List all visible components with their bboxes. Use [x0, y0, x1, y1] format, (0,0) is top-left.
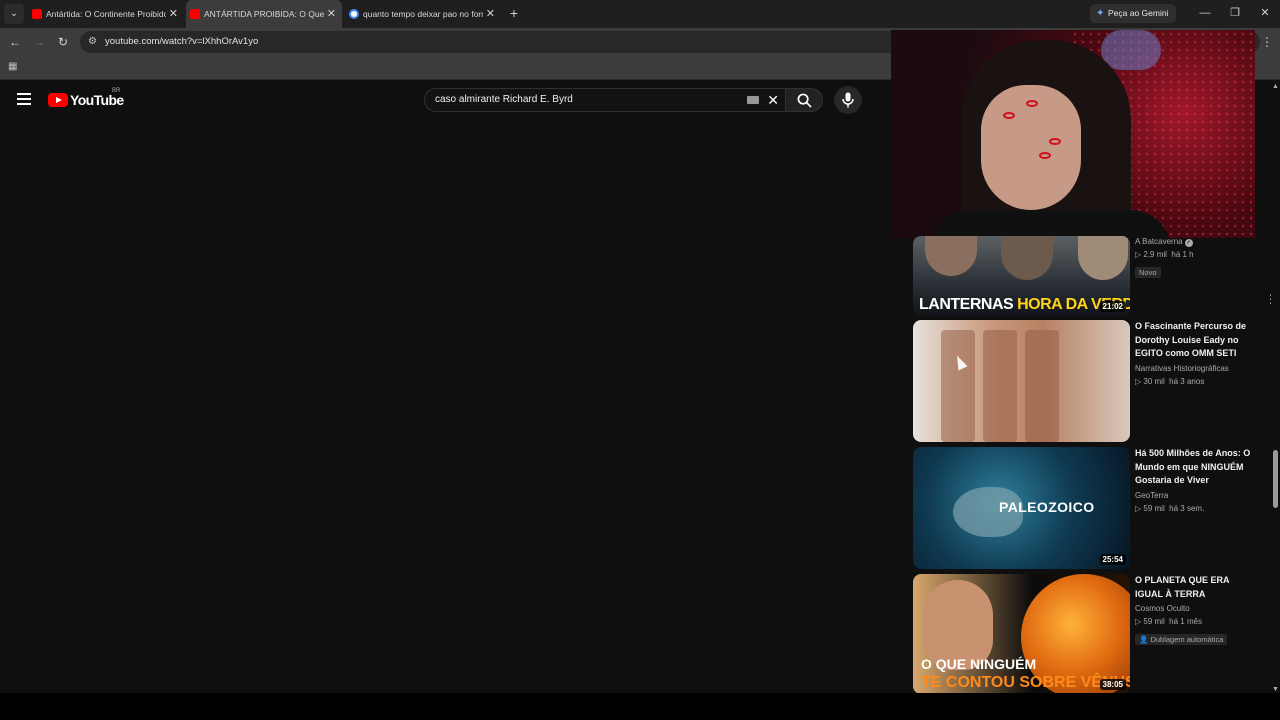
apps-grid-icon[interactable]: ▦ [8, 62, 18, 72]
browser-tab-strip: ⌄ Antártida: O Continente Proibido ✕ ANT… [0, 0, 1280, 28]
hamburger-menu-icon[interactable] [17, 93, 31, 105]
video-stats: ▷ 30 mil há 3 anos [1135, 376, 1205, 386]
site-settings-icon[interactable]: ⚙ [88, 36, 100, 48]
video-duration: 25:54 [1099, 554, 1126, 565]
verified-icon: ✓ [1184, 239, 1193, 247]
webcam-overlay [891, 30, 1255, 238]
lipstick-mark [1003, 112, 1015, 119]
video-thumbnail[interactable] [913, 320, 1130, 442]
auto-dub-badge: 👤 Dublagem automática [1135, 634, 1228, 645]
channel-name[interactable]: Narrativas Historiográficas [1135, 363, 1255, 375]
video-thumbnail[interactable]: O QUE NINGUÉM TE CONTOU SOBRE VÊNUS 38:0… [913, 574, 1130, 694]
gemini-button[interactable]: ✦ Peça ao Gemini [1090, 4, 1177, 23]
microphone-icon [842, 92, 854, 108]
close-tab-icon[interactable]: ✕ [486, 0, 495, 28]
streamer-shirt [931, 210, 1171, 238]
related-videos-list: LANTERNAS HORA DA VERDADE 21:02 A Batcav… [890, 236, 1280, 694]
scroll-up-icon[interactable]: ▲ [1272, 83, 1279, 90]
browser-tab-active[interactable]: ANTÁRTIDA PROIBIDA: O Que é ✕ [186, 0, 342, 28]
video-meta: A Batcaverna ✓ ▷ 2,9 mil há 1 h Novo [1135, 236, 1255, 280]
youtube-masthead: YouTube BR caso almirante Richard E. Byr… [0, 81, 890, 121]
video-title[interactable]: Há 500 Milhões de Anos: O Mundo em que N… [1135, 447, 1255, 488]
channel-name[interactable]: GeoTerra [1135, 490, 1255, 502]
google-icon [349, 9, 359, 19]
url-text[interactable]: youtube.com/watch?v=lXhhOrAv1yo [105, 31, 258, 53]
forward-arrow-icon[interactable]: → [30, 33, 48, 51]
channel-name[interactable]: A Batcaverna ✓ [1135, 236, 1255, 248]
youtube-icon [190, 9, 200, 19]
video-meta: O Fascinante Percurso de Dorothy Louise … [1135, 320, 1255, 389]
thumbnail-text: PALEOZOICO [999, 499, 1095, 515]
thumbnail-text: O QUE NINGUÉM [921, 656, 1037, 672]
new-tab-button[interactable]: + [506, 4, 522, 22]
close-tab-icon[interactable]: ✕ [327, 0, 336, 28]
person-icon: 👤 [1139, 635, 1149, 644]
related-video-item[interactable]: O QUE NINGUÉM TE CONTOU SOBRE VÊNUS 38:0… [913, 574, 1273, 694]
search-query[interactable]: caso almirante Richard E. Byrd [435, 89, 573, 111]
gemini-spark-icon: ✦ [1096, 8, 1105, 19]
tab-title: ANTÁRTIDA PROIBIDA: O Que é [204, 9, 324, 19]
search-input[interactable]: caso almirante Richard E. Byrd ✕ [424, 88, 786, 112]
video-thumbnail[interactable]: PALEOZOICO 25:54 [913, 447, 1130, 569]
lipstick-mark [1026, 100, 1038, 107]
video-title[interactable]: O Fascinante Percurso de Dorothy Louise … [1135, 320, 1255, 361]
page-scrollbar[interactable]: ▲ ▼ [1271, 81, 1280, 693]
reload-icon[interactable]: ↻ [54, 33, 72, 51]
thumbnail-text: LANTERNAS HORA DA VERDADE [919, 296, 1130, 313]
restore-icon[interactable]: ❐ [1226, 5, 1244, 21]
video-duration: 21:02 [1099, 301, 1126, 312]
related-video-item[interactable]: PALEOZOICO 25:54 Há 500 Milhões de Anos:… [913, 447, 1273, 569]
browser-menu-icon[interactable]: ⋮ [1260, 33, 1274, 51]
video-meta: O PLANETA QUE ERA IGUAL À TERRA Cosmos O… [1135, 574, 1255, 647]
background-light [1101, 30, 1161, 70]
keyboard-icon[interactable] [747, 96, 759, 104]
video-thumbnail[interactable]: LANTERNAS HORA DA VERDADE 21:02 [913, 236, 1130, 316]
tab-title: Antártida: O Continente Proibido [46, 9, 166, 19]
scroll-down-icon[interactable]: ▼ [1272, 686, 1279, 693]
video-stats: ▷ 59 mil há 1 mês [1135, 617, 1203, 626]
scrollbar-thumb[interactable] [1273, 450, 1278, 508]
video-duration: 38:05 [1099, 679, 1126, 690]
gemini-label: Peça ao Gemini [1108, 8, 1169, 18]
clear-search-icon[interactable]: ✕ [767, 89, 779, 111]
lipstick-mark [1049, 138, 1061, 145]
minimize-icon[interactable]: — [1196, 5, 1214, 21]
search-button[interactable] [785, 88, 823, 112]
channel-name[interactable]: Cosmos Oculto [1135, 603, 1255, 615]
browser-tab[interactable]: quanto tempo deixar pao no forno ✕ [345, 0, 501, 28]
bottom-black-bar [0, 693, 1280, 720]
youtube-wordmark: YouTube [70, 92, 124, 108]
video-player-area[interactable] [0, 121, 890, 693]
browser-tab[interactable]: Antártida: O Continente Proibido ✕ [28, 0, 184, 28]
country-code: BR [112, 88, 121, 94]
tab-title: quanto tempo deixar pao no forno [363, 9, 483, 19]
thumbnail-text: TE CONTOU SOBRE VÊNUS [921, 674, 1130, 691]
video-stats: ▷ 59 mil há 3 sem. [1135, 503, 1205, 513]
back-arrow-icon[interactable]: ← [6, 33, 24, 51]
voice-search-button[interactable] [834, 86, 862, 114]
new-badge: Novo [1135, 267, 1161, 278]
lipstick-mark [1039, 152, 1051, 159]
close-tab-icon[interactable]: ✕ [169, 0, 178, 28]
youtube-play-icon [48, 93, 68, 107]
related-video-item[interactable]: LANTERNAS HORA DA VERDADE 21:02 A Batcav… [913, 236, 1277, 316]
close-window-icon[interactable]: ✕ [1256, 5, 1274, 21]
tab-search-menu-icon[interactable]: ⌄ [4, 4, 24, 24]
video-title[interactable]: O PLANETA QUE ERA IGUAL À TERRA [1135, 574, 1255, 601]
video-stats: ▷ 2,9 mil há 1 h [1135, 250, 1194, 259]
related-video-item[interactable]: O Fascinante Percurso de Dorothy Louise … [913, 320, 1273, 442]
youtube-icon [32, 9, 42, 19]
video-meta: Há 500 Milhões de Anos: O Mundo em que N… [1135, 447, 1255, 516]
search-icon [797, 93, 812, 108]
